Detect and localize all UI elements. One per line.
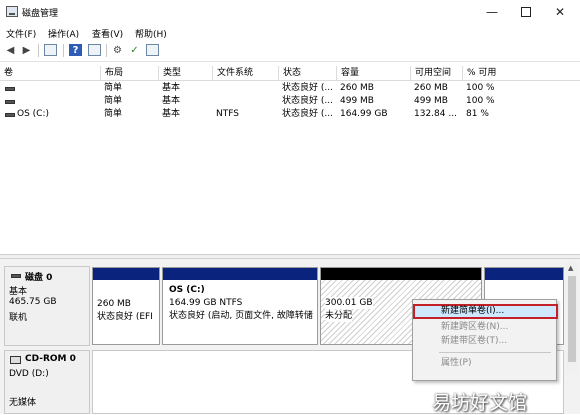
context-menu: 新建简单卷(I)... 新建跨区卷(N)... 新建带区卷(T)... 属性(P… xyxy=(412,299,558,381)
watermark: 易坊好文馆 xyxy=(432,392,528,414)
partition-header xyxy=(485,268,563,280)
volume-layout: 简单 xyxy=(104,109,123,119)
toolbar-separator xyxy=(38,44,39,57)
col-volume[interactable]: 卷 xyxy=(0,66,100,81)
close-icon: ✕ xyxy=(554,5,566,19)
scroll-thumb[interactable] xyxy=(568,276,576,362)
volume-percent-free: 100 % xyxy=(466,96,495,106)
properties-icon[interactable] xyxy=(146,44,159,56)
partition-title: OS (C:) xyxy=(169,285,205,295)
toolbar xyxy=(0,40,580,62)
console-tree-icon[interactable] xyxy=(44,44,57,56)
menu-separator xyxy=(439,352,551,353)
col-free-space[interactable]: 可用空间 xyxy=(410,66,462,81)
minimize-icon: — xyxy=(486,5,498,19)
volume-free-space: 499 MB xyxy=(414,96,448,106)
toolbar-separator xyxy=(63,44,64,57)
window-title: 磁盘管理 xyxy=(22,9,59,19)
volume-status: 状态良好 (... xyxy=(282,109,333,119)
disk-icon xyxy=(11,274,21,278)
cdrom-icon xyxy=(10,356,21,364)
check-icon[interactable]: ✓ xyxy=(128,44,141,56)
disk-name: CD-ROM 0 xyxy=(25,354,76,364)
disk-state: 无媒体 xyxy=(9,398,37,408)
volume-status: 状态良好 (... xyxy=(282,96,333,106)
col-type[interactable]: 类型 xyxy=(158,66,212,81)
toolbar-separator xyxy=(106,44,107,57)
minimize-button[interactable]: — xyxy=(478,3,506,21)
volume-capacity: 499 MB xyxy=(340,96,374,106)
volume-percent-free: 100 % xyxy=(466,83,495,93)
maximize-button[interactable] xyxy=(512,3,540,21)
menu-action[interactable]: 操作(A) xyxy=(48,27,79,40)
partition-header xyxy=(321,268,481,280)
volume-layout: 简单 xyxy=(104,83,123,93)
volume-icon xyxy=(5,100,15,104)
partition-size: 300.01 GB xyxy=(325,297,373,309)
cdrom-0-label[interactable]: CD-ROM 0 DVD (D:) 无媒体 xyxy=(4,350,90,414)
volume-filesystem: NTFS xyxy=(216,109,239,119)
disk-0-label[interactable]: 磁盘 0 基本 465.75 GB 联机 xyxy=(4,266,90,346)
help-icon[interactable]: ? xyxy=(69,44,82,56)
list-view-icon[interactable] xyxy=(88,44,101,56)
col-percent-free[interactable]: % 可用 xyxy=(462,66,580,81)
back-arrow-icon[interactable]: ◀ xyxy=(4,44,17,56)
volume-name xyxy=(17,95,97,108)
disk-name: 磁盘 0 xyxy=(25,273,53,283)
scroll-up-icon[interactable]: ▲ xyxy=(568,264,573,272)
col-status[interactable]: 状态 xyxy=(278,66,336,81)
partition-status: 状态良好 (EFI xyxy=(97,312,153,322)
volume-free-space: 132.84 ... xyxy=(414,109,457,119)
volume-name xyxy=(17,82,97,95)
partition-header xyxy=(163,268,317,280)
col-capacity[interactable]: 容量 xyxy=(336,66,410,81)
partition-efi[interactable]: 260 MB 状态良好 (EFI xyxy=(92,267,160,345)
volume-capacity: 260 MB xyxy=(340,83,374,93)
menu-bar xyxy=(0,24,580,40)
close-button[interactable]: ✕ xyxy=(546,3,574,21)
volume-status: 状态良好 (... xyxy=(282,83,333,93)
partition-size: 260 MB xyxy=(97,299,131,309)
col-filesystem[interactable]: 文件系统 xyxy=(212,66,278,81)
menu-file[interactable]: 文件(F) xyxy=(6,27,36,40)
partition-size: 164.99 GB NTFS xyxy=(169,298,243,308)
menu-item-properties[interactable]: 属性(P) xyxy=(413,356,558,370)
maximize-icon xyxy=(521,7,531,17)
menu-item-new-spanned-volume[interactable]: 新建跨区卷(N)... xyxy=(413,320,558,334)
menu-item-new-simple-volume[interactable]: 新建简单卷(I)... xyxy=(413,304,558,319)
volume-capacity: 164.99 GB xyxy=(340,109,388,119)
volume-type: 基本 xyxy=(162,83,181,93)
disk-state: 联机 xyxy=(9,313,28,323)
volume-layout: 简单 xyxy=(104,96,123,106)
connect-icon[interactable]: ⚙ xyxy=(111,44,124,56)
partition-header xyxy=(93,268,159,280)
volume-icon xyxy=(5,87,15,91)
volume-name: OS (C:) xyxy=(17,109,49,119)
disk-type: 基本 xyxy=(9,287,28,297)
disk-size: 465.75 GB xyxy=(9,297,57,307)
vertical-scrollbar[interactable]: ▲ xyxy=(566,262,578,372)
volume-percent-free: 81 % xyxy=(466,109,489,119)
partition-status: 状态良好 (启动, 页面文件, 故障转储 xyxy=(169,311,313,321)
menu-view[interactable]: 查看(V) xyxy=(92,27,123,40)
volume-type: 基本 xyxy=(162,96,181,106)
menu-help[interactable]: 帮助(H) xyxy=(135,27,167,40)
disk-type: DVD (D:) xyxy=(9,369,49,379)
volume-free-space: 260 MB xyxy=(414,83,448,93)
partition-os-c[interactable]: OS (C:) 164.99 GB NTFS 状态良好 (启动, 页面文件, 故… xyxy=(162,267,318,345)
menu-item-new-striped-volume[interactable]: 新建带区卷(T)... xyxy=(413,334,558,348)
volume-icon xyxy=(5,113,15,117)
partition-status: 未分配 xyxy=(325,310,353,322)
forward-arrow-icon[interactable]: ▶ xyxy=(20,44,33,56)
disk-management-icon xyxy=(6,6,18,17)
volume-type: 基本 xyxy=(162,109,181,119)
col-layout[interactable]: 布局 xyxy=(100,66,158,81)
